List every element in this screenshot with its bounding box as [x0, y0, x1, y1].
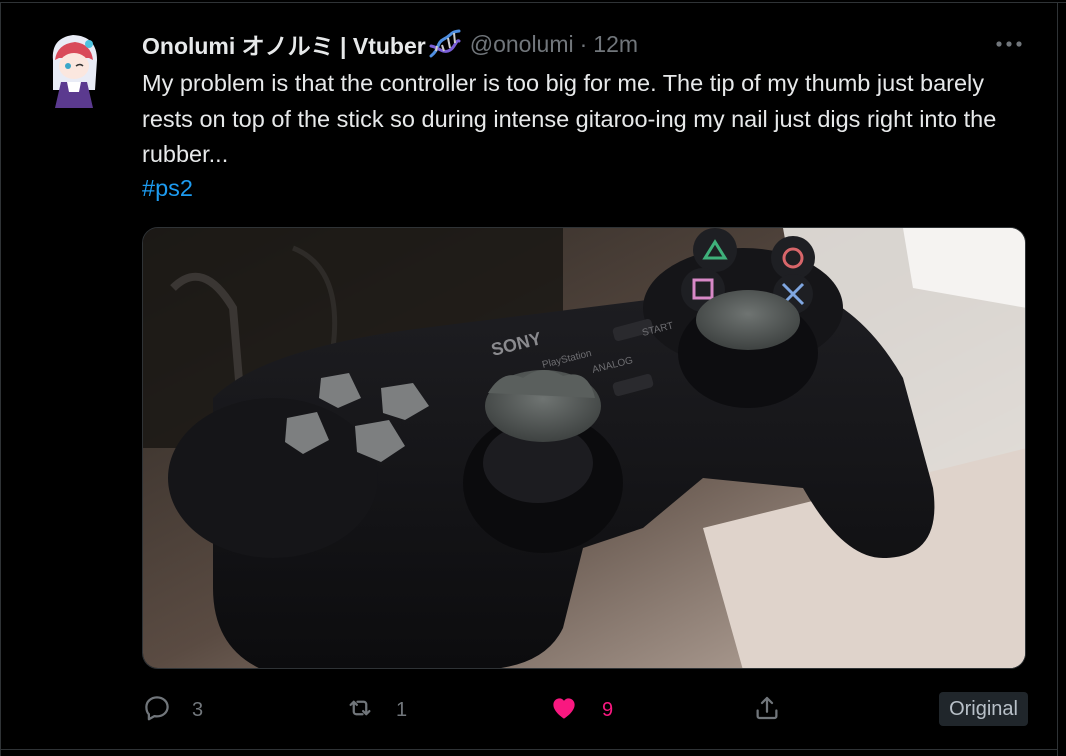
like-count: 9 — [602, 698, 614, 721]
header-separator: · — [579, 30, 588, 57]
retweet-button[interactable]: 1 — [344, 690, 407, 730]
frame-border-top — [0, 2, 1066, 3]
tweet-timestamp[interactable]: 12m — [593, 31, 638, 58]
frame-border-bottom — [0, 749, 1058, 750]
author-handle[interactable]: @onolumi — [470, 31, 574, 58]
like-button[interactable]: 9 — [548, 690, 613, 730]
share-button[interactable] — [752, 690, 782, 730]
author-name[interactable]: Onolumi オノルミ | Vtuber — [142, 27, 426, 61]
ellipsis-icon[interactable] — [994, 32, 1024, 56]
hashtag-link[interactable]: #ps2 — [142, 171, 193, 206]
tweet-actions-bar: 3 1 9 Original — [142, 690, 1028, 730]
original-button[interactable]: Original — [939, 692, 1028, 726]
tweet-header: Onolumi オノルミ | Vtuber @onolumi · 12m — [142, 28, 1036, 60]
heart-icon — [548, 693, 580, 728]
dna-emoji-icon — [428, 29, 462, 59]
retweet-icon — [344, 693, 376, 728]
reply-button[interactable]: 3 — [142, 690, 203, 730]
reply-icon — [142, 693, 172, 728]
avatar[interactable] — [45, 30, 103, 112]
share-icon — [752, 693, 782, 728]
frame-border-right — [1057, 2, 1058, 756]
tweet-text: My problem is that the controller is too… — [142, 70, 997, 167]
tweet-photo[interactable]: SONY PlayStation ANALOG START — [142, 227, 1026, 669]
frame-border-left — [0, 2, 1, 756]
retweet-count: 1 — [396, 698, 408, 721]
reply-count: 3 — [192, 698, 204, 721]
